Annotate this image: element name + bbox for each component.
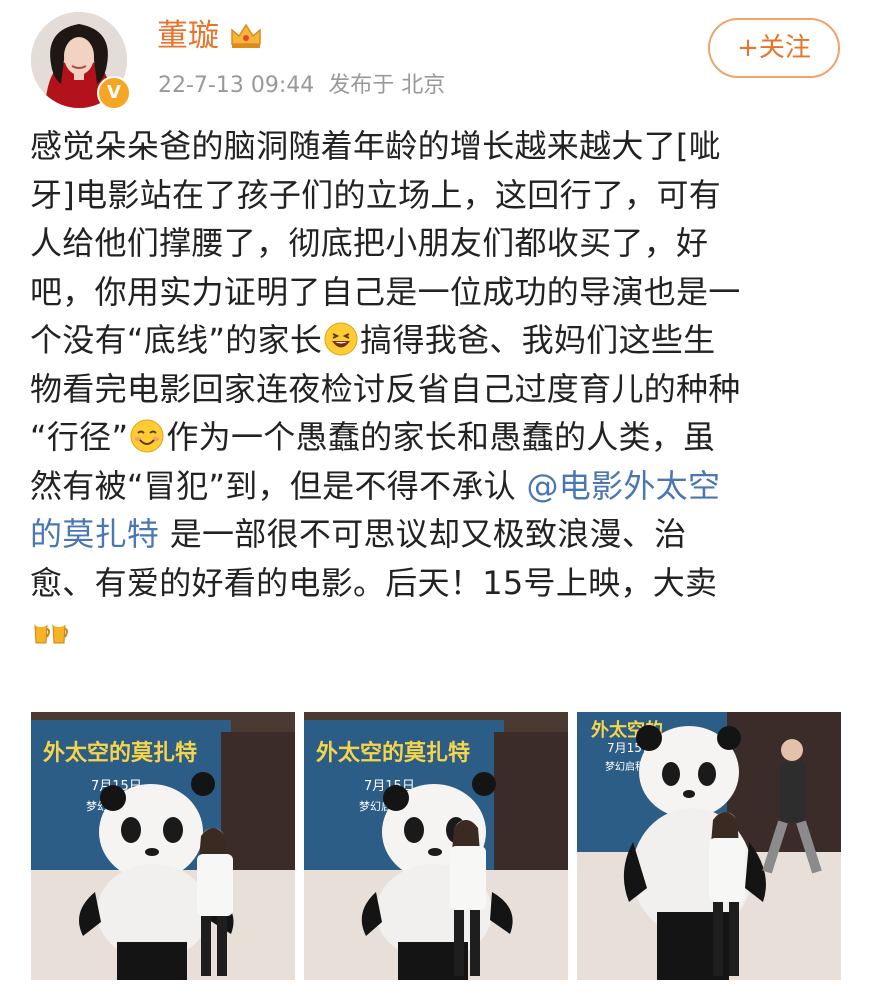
- post-text-segment: 是一部很不可思议却又极致浪漫、治: [169, 515, 687, 553]
- poster-title: 外太空的莫扎特: [43, 740, 197, 766]
- post-meta: 22-7-13 09:44 发布于 北京: [158, 70, 445, 102]
- post-text-segment: 物看完电影回家连夜检讨反省自己过度育儿的种种: [30, 369, 741, 408]
- post-line: 然有被“冒犯”到，但是不得不承认 @电影外太空: [30, 462, 845, 511]
- post-line: 个没有“底线”的家长 搞得我爸、我妈们这些生: [30, 316, 845, 365]
- post-text-segment: 人给他们撑腰了，彻底把小朋友们都收买了，好: [30, 224, 709, 262]
- post-text-segment: 牙]电影站在了孩子们的立场上，这回行了，可有: [30, 175, 722, 214]
- author-name[interactable]: 董璇: [157, 16, 219, 56]
- post-text-segment: 吧，你用实力证明了自己是一位成功的导演也是一: [30, 272, 741, 311]
- verified-badge-icon: V: [97, 76, 131, 110]
- poster-title: 外太空的莫扎特: [316, 740, 470, 766]
- smile-emoji-icon: [130, 419, 164, 453]
- photo-thumbnail-2[interactable]: 外太空的莫扎特 7月15日 梦幻启程 欢乐一: [304, 712, 568, 980]
- crown-icon: [231, 23, 261, 48]
- post-time: 22-7-13 09:44: [158, 73, 315, 98]
- post-line: 的莫扎特 是一部很不可思议却又极致浪漫、治: [30, 510, 845, 559]
- mention-link[interactable]: @电影外太空: [526, 467, 720, 505]
- post-text-segment: 作为一个愚蠢的家长和愚蠢的人类，虽: [166, 418, 716, 456]
- photo-grid: 外太空的莫扎特 7月15日 梦幻启程 欢乐一夏 外太: [31, 712, 842, 980]
- laughing-emoji-icon: [324, 322, 358, 356]
- post-text-segment: 愈、有爱的好看的电影。后天！15号上映，大卖: [30, 563, 718, 602]
- post-text: 感觉朵朵爸的脑洞随着年龄的增长越来越大了[呲 牙]电影站在了孩子们的立场上，这回…: [30, 122, 845, 656]
- post-line: [30, 607, 845, 656]
- post-line: 愈、有爱的好看的电影。后天！15号上映，大卖: [30, 559, 845, 608]
- photo-thumbnail-1[interactable]: 外太空的莫扎特 7月15日 梦幻启程 欢乐一夏: [31, 712, 295, 980]
- post-text-segment: 然有被“冒犯”到，但是不得不承认: [30, 466, 527, 505]
- post-header: V 董璇 22-7-13 09:44 发布于 北京 +关注: [0, 0, 872, 120]
- post-line: 感觉朵朵爸的脑洞随着年龄的增长越来越大了[呲: [30, 122, 845, 171]
- post-line: 牙]电影站在了孩子们的立场上，这回行了，可有: [30, 171, 845, 220]
- photo-thumbnail-3[interactable]: 外太空的 7月15日 梦幻启程 欢: [577, 712, 841, 980]
- post-line: 吧，你用实力证明了自己是一位成功的导演也是一: [30, 268, 845, 317]
- post-line: 物看完电影回家连夜检讨反省自己过度育儿的种种: [30, 365, 845, 414]
- mention-link-continued[interactable]: 的莫扎特: [30, 515, 159, 553]
- post-location: 发布于 北京: [328, 73, 446, 98]
- post-text-segment: 搞得我爸、我妈们这些生: [360, 321, 716, 359]
- post-text-segment: 个没有“底线”的家长: [30, 321, 323, 359]
- post-text-segment: “行径”: [30, 418, 129, 456]
- follow-button[interactable]: +关注: [708, 18, 840, 78]
- cheers-emoji-icon: [34, 619, 68, 644]
- post-text-segment: 感觉朵朵爸的脑洞随着年龄的增长越来越大了[呲: [30, 127, 722, 165]
- post-line: “行径” 作为一个愚蠢的家长和愚蠢的人类，虽: [30, 413, 845, 462]
- post-line: 人给他们撑腰了，彻底把小朋友们都收买了，好: [30, 219, 845, 268]
